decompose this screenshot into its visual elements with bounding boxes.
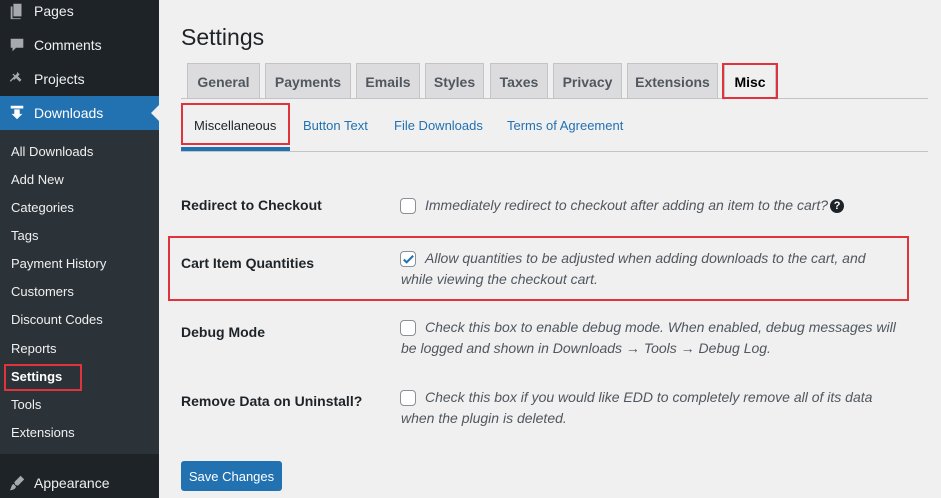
subtab-file-downloads[interactable]: File Downloads [394,118,483,133]
active-subtab-indicator [181,147,290,151]
submenu-discount-codes[interactable]: Discount Codes [11,311,103,329]
menu-pages[interactable]: Pages [0,0,159,28]
tab-extensions[interactable]: Extensions [627,63,718,99]
menu-projects-label: Projects [34,71,85,87]
miscellaneous-subtab-highlight-box [181,103,290,145]
cart-item-quantities-highlight-box [168,236,909,301]
submenu-categories[interactable]: Categories [11,199,74,217]
misc-tab-highlight-box [722,63,778,99]
downloads-icon [0,104,34,122]
debug-mode-description: Check this box to enable debug mode. Whe… [401,319,896,356]
menu-appearance-label: Appearance [34,475,110,491]
menu-appearance[interactable]: Appearance [0,466,159,498]
save-changes-button[interactable]: Save Changes [181,461,282,491]
page-title: Settings [181,24,265,50]
menu-projects[interactable]: Projects [0,62,159,96]
setting-label-remove-data-on-uninstall: Remove Data on Uninstall? [181,393,363,409]
menu-comments-label: Comments [34,37,102,53]
appearance-icon [0,474,34,492]
pages-icon [0,2,34,20]
tabs-divider [181,98,928,99]
remove-data-on-uninstall-description: Check this box if you would like EDD to … [401,389,873,426]
submenu-customers[interactable]: Customers [11,283,74,301]
subtab-terms-of-agreement[interactable]: Terms of Agreement [507,118,623,133]
submenu-extensions[interactable]: Extensions [11,424,75,442]
menu-downloads[interactable]: Downloads [0,96,159,130]
tab-general[interactable]: General [187,63,260,99]
help-icon[interactable]: ? [830,199,845,214]
tab-styles[interactable]: Styles [425,63,484,99]
setting-label-debug-mode: Debug Mode [181,324,265,340]
submenu-tools[interactable]: Tools [11,396,41,414]
redirect-to-checkout-description: Immediately redirect to checkout after a… [401,195,901,216]
tab-emails[interactable]: Emails [356,63,420,99]
settings-highlight-box [4,364,82,391]
tab-payments[interactable]: Payments [265,63,351,99]
admin-sidebar: Pages Comments Projects Downloads All Do… [0,0,159,498]
submenu-payment-history[interactable]: Payment History [11,255,106,273]
projects-icon [0,70,34,88]
menu-pages-label: Pages [34,3,74,19]
comments-icon [0,36,34,54]
submenu-tags[interactable]: Tags [11,227,38,245]
subtabs-divider [181,151,928,152]
menu-downloads-label: Downloads [34,105,104,121]
menu-comments[interactable]: Comments [0,28,159,62]
submenu-add-new[interactable]: Add New [11,171,64,189]
subtab-button-text[interactable]: Button Text [303,118,368,133]
submenu-reports[interactable]: Reports [11,340,57,358]
submenu-all-downloads[interactable]: All Downloads [11,143,93,161]
setting-label-redirect-to-checkout: Redirect to Checkout [181,197,322,213]
tab-privacy[interactable]: Privacy [553,63,622,99]
tab-taxes[interactable]: Taxes [490,63,548,99]
